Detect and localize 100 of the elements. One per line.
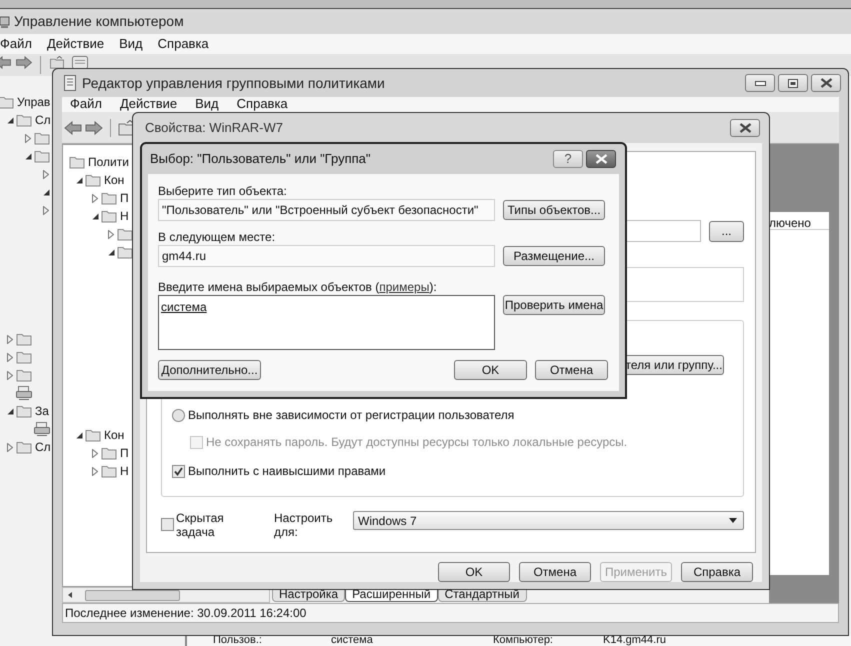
device-icon [34, 422, 50, 436]
close-icon [820, 78, 832, 88]
window-title: Редактор управления групповыми политиками [82, 74, 386, 93]
forward-arrow-icon[interactable] [85, 120, 103, 134]
browse-button[interactable]: ... [709, 220, 744, 242]
tree-item[interactable]: П [120, 444, 129, 462]
collapsed-arrow-icon[interactable] [92, 448, 98, 458]
examples-link[interactable]: примеры [379, 280, 430, 294]
dialog-button[interactable]: Проверить имена [503, 295, 605, 315]
tree-item[interactable]: Кон [104, 171, 124, 189]
tree-item[interactable]: Управ [17, 93, 50, 111]
checkbox[interactable] [161, 518, 174, 531]
os-dropdown[interactable]: Windows 7 [353, 511, 744, 530]
folder-up-icon[interactable] [48, 56, 66, 69]
collapsed-arrow-icon[interactable] [25, 134, 31, 142]
tree-item[interactable]: П [120, 189, 129, 207]
expanded-arrow-icon[interactable] [92, 212, 98, 220]
folder-icon [16, 332, 32, 346]
menu-item[interactable]: Справка [158, 34, 209, 54]
folder-icon [101, 464, 117, 478]
expanded-arrow-icon[interactable] [108, 248, 114, 256]
maximize-button[interactable] [778, 74, 808, 92]
collapsed-arrow-icon[interactable] [7, 334, 13, 344]
collapsed-arrow-icon[interactable] [7, 352, 13, 362]
maximize-icon [788, 78, 798, 88]
collapsed-arrow-icon[interactable] [43, 170, 49, 178]
folder-icon [34, 149, 50, 163]
detail-value: K14.gm44.ru [603, 635, 667, 646]
tree-item[interactable]: Кон [104, 426, 124, 444]
folder-icon [34, 131, 50, 145]
menu-item[interactable]: Справка [236, 97, 288, 110]
folder-icon [16, 404, 32, 418]
menu-item[interactable]: Вид [195, 97, 219, 110]
dialog-title: Свойства: WinRAR-W7 [145, 119, 284, 138]
tree-item[interactable]: Полити [88, 153, 129, 171]
dialog-button[interactable]: Типы объектов... [503, 200, 605, 220]
tree-item[interactable]: За [35, 402, 49, 420]
scrollbar-thumb[interactable] [85, 590, 180, 600]
field-label: Настроить для: [274, 511, 334, 539]
dialog-button[interactable]: Размещение... [503, 246, 605, 266]
dialog-button[interactable]: Дополнительно... [158, 360, 261, 380]
collapsed-arrow-icon[interactable] [43, 206, 49, 214]
device-icon [16, 386, 32, 400]
folder-icon [16, 113, 32, 127]
dialog-button[interactable]: OK [438, 562, 510, 582]
collapsed-arrow-icon[interactable] [108, 230, 114, 238]
dialog-button[interactable]: Справка [681, 562, 753, 582]
expanded-arrow-icon[interactable] [76, 176, 82, 184]
document-icon [63, 75, 77, 91]
dialog-button[interactable]: Отмена [535, 360, 608, 380]
folder-icon [101, 191, 117, 205]
menu-item[interactable]: Файл [70, 97, 102, 110]
tree-item[interactable]: Н [120, 462, 129, 480]
expanded-arrow-icon[interactable] [76, 432, 82, 438]
text-field[interactable]: gm44.ru [158, 245, 495, 267]
radio-button[interactable] [172, 408, 185, 422]
folder-icon [85, 428, 101, 442]
close-icon [738, 123, 752, 133]
folder-icon [69, 155, 85, 169]
collapsed-arrow-icon[interactable] [7, 370, 13, 380]
collapsed-arrow-icon[interactable] [7, 442, 13, 452]
tree-item[interactable]: Сл [35, 111, 51, 129]
expanded-arrow-icon[interactable] [6, 408, 14, 414]
folder-icon [16, 440, 32, 454]
expanded-arrow-icon[interactable] [24, 152, 32, 160]
status-text: Последнее изменение: 30.09.2011 16:24:00 [65, 605, 306, 622]
checkbox[interactable] [172, 464, 185, 478]
dialog-title: Выбор: "Пользователь" или "Группа" [150, 150, 372, 168]
panel-icon[interactable] [69, 56, 91, 69]
back-arrow-icon[interactable] [64, 120, 82, 134]
names-input-field[interactable]: система [158, 295, 495, 350]
expanded-arrow-icon[interactable] [6, 116, 14, 124]
tree-item[interactable]: Н [120, 207, 129, 225]
text-field[interactable]: "Пользователь" или "Встроенный субъект безопасности" [158, 199, 495, 221]
menu-item[interactable]: Файл [0, 34, 32, 54]
folder-icon [0, 95, 14, 109]
dialog-button[interactable]: Отмена [519, 562, 591, 582]
collapsed-arrow-icon[interactable] [92, 466, 98, 476]
menu-item[interactable]: Действие [46, 34, 104, 54]
menu-item[interactable]: Действие [120, 97, 178, 110]
forward-arrow-icon[interactable] [15, 56, 33, 69]
close-button[interactable] [730, 119, 760, 137]
field-label: Введите имена выбираемых объектов (примеры): [158, 279, 438, 293]
minimize-icon [754, 80, 766, 86]
folder-icon [101, 446, 117, 460]
minimize-button[interactable] [745, 74, 775, 92]
option-label: Выполнить с наивысшими правами [188, 463, 386, 480]
tree-item[interactable]: Сл [35, 438, 51, 456]
menu-item[interactable]: Вид [119, 34, 143, 54]
collapsed-arrow-icon[interactable] [92, 194, 98, 202]
option-label: Выполнять вне зависимости от регистрации пользователя [188, 407, 514, 424]
computer-icon [0, 14, 10, 28]
help-button[interactable]: ? [553, 150, 583, 168]
change-user-button[interactable]: теля или группу... [624, 355, 724, 375]
close-button[interactable] [586, 150, 616, 168]
close-button[interactable] [811, 74, 841, 92]
dialog-button[interactable]: OK [454, 360, 527, 380]
expanded-arrow-icon[interactable] [42, 188, 50, 196]
detail-label: Пользов.: [213, 635, 263, 646]
detail-value: система [331, 635, 374, 646]
